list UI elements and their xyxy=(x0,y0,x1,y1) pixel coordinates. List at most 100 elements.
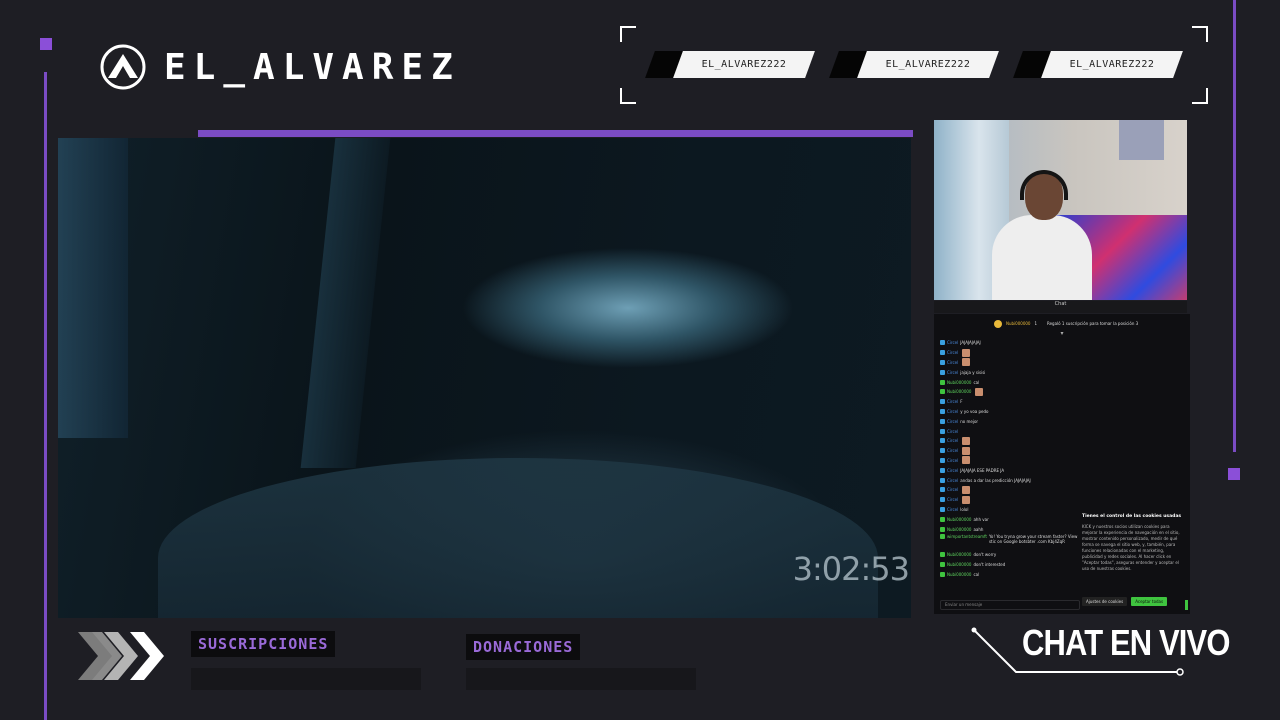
chat-message: Circel y yo voa pedo xyxy=(940,407,1080,417)
main-video[interactable]: 3:02:53 xyxy=(58,138,911,618)
chat-text: JAJAJAJAJAJ xyxy=(960,340,981,346)
chat-input[interactable]: Enviar un mensaje xyxy=(940,600,1080,610)
chat-username[interactable]: Circel xyxy=(947,507,958,512)
cookie-title: Tienes el control de las cookies usadas xyxy=(1082,514,1182,519)
user-badge-icon xyxy=(940,516,945,522)
chat-text: F xyxy=(960,399,963,405)
chat-username[interactable]: Circel xyxy=(947,350,958,355)
chat-username[interactable]: Nubi000000 xyxy=(947,517,971,522)
chat-username[interactable]: Circel xyxy=(947,340,958,345)
chat-username[interactable]: Circel xyxy=(947,360,958,365)
chat-username[interactable]: Nubi000000 xyxy=(947,380,971,385)
chat-username[interactable]: Circel xyxy=(947,429,958,434)
scrollbar[interactable] xyxy=(1185,600,1188,610)
user-badge-icon xyxy=(940,562,945,568)
cookie-settings-button[interactable]: Ajustes de cookies xyxy=(1082,597,1128,606)
social-tag: EL_ALVAREZ222 xyxy=(829,51,999,78)
chat-message: Circel xyxy=(940,358,1080,368)
chat-username[interactable]: Circel xyxy=(947,497,958,502)
accent-line xyxy=(44,72,47,720)
chat-username[interactable]: Circel xyxy=(947,399,958,404)
frame-corner xyxy=(620,88,636,104)
chat-message: Circel JAJAJAJA ESE PADRE JA xyxy=(940,465,1080,475)
chat-message: Circel xyxy=(940,485,1080,495)
chat-message: Circel xyxy=(940,426,1080,436)
chat-message: Nubi000000 don't worry xyxy=(940,550,1080,560)
user-badge-icon xyxy=(940,350,945,356)
user-badge-icon xyxy=(940,506,945,512)
chat-username[interactable]: Circel xyxy=(947,419,958,424)
accent-square xyxy=(40,38,52,50)
chat-messages: Circel JAJAJAJAJAJ Circel Circel Circel jajaj… xyxy=(940,338,1080,579)
user-badge-icon xyxy=(940,399,945,405)
user-badge-icon xyxy=(940,477,945,483)
chat-message: Circel F xyxy=(940,397,1080,407)
chat-text: don't worry xyxy=(973,552,997,558)
chat-username[interactable]: Circel xyxy=(947,458,958,463)
chat-message: Circel xyxy=(940,456,1080,466)
user-badge-icon xyxy=(940,408,945,414)
chat-message: Circel xyxy=(940,446,1080,456)
chat-username[interactable]: Nubi000000 xyxy=(947,552,971,557)
pinned-gift-banner: Nubi000000 1 Regaló 1 suscripción para t… xyxy=(934,314,1190,330)
chat-message: Circel xyxy=(940,348,1080,358)
chat-panel: Nubi000000 1 Regaló 1 suscripción para t… xyxy=(934,314,1190,614)
user-badge-icon xyxy=(940,457,945,463)
social-tag-label: EL_ALVAREZ222 xyxy=(701,59,787,70)
gift-user: Nubi000000 xyxy=(1006,321,1031,326)
subscriptions-value xyxy=(191,668,421,690)
chat-username[interactable]: Circel xyxy=(947,487,958,492)
social-tag: EL_ALVAREZ222 xyxy=(1013,51,1183,78)
video-scene xyxy=(158,458,878,618)
chat-username[interactable]: Nubi000000 xyxy=(947,389,971,394)
chat-username[interactable]: Circel xyxy=(947,448,958,453)
chat-message: Circel xyxy=(940,436,1080,446)
chat-username[interactable]: Circel xyxy=(947,438,958,443)
chat-username[interactable]: Nubi000000 xyxy=(947,562,971,567)
chat-live-title: CHAT EN VIVO xyxy=(1022,622,1230,663)
chat-message: Circel andas a dar las predicción JAJAJAJ… xyxy=(940,475,1080,485)
chat-message: Circel no mejor xyxy=(940,416,1080,426)
user-badge-icon xyxy=(940,418,945,424)
chat-username[interactable]: Circel xyxy=(947,370,958,375)
subscriptions-label: SUSCRIPCIONES xyxy=(191,631,336,657)
emote-icon xyxy=(962,348,971,357)
chat-message: Circel jajaja y sisisi xyxy=(940,367,1080,377)
chat-username[interactable]: wimportantstreamft xyxy=(947,534,987,539)
user-badge-icon xyxy=(940,359,945,365)
chat-text: ahh var xyxy=(973,516,989,522)
user-badge-icon xyxy=(940,552,945,558)
chat-message: Nubi000000 don't interested xyxy=(940,560,1080,570)
cookie-banner: Tienes el control de las cookies usadas … xyxy=(1080,512,1188,610)
chat-username[interactable]: Circel xyxy=(947,468,958,473)
chat-username[interactable]: Circel xyxy=(947,409,958,414)
donations-value xyxy=(466,668,696,690)
user-badge-icon xyxy=(940,389,945,395)
chat-username[interactable]: Circel xyxy=(947,478,958,483)
user-badge-icon xyxy=(940,533,945,539)
gift-badge: 1 xyxy=(1034,321,1037,326)
emote-icon xyxy=(962,485,971,494)
chat-text: Yo! You tryna grow your stream faster? V… xyxy=(988,533,1078,544)
accent-square xyxy=(1228,468,1240,480)
cookie-accept-button[interactable]: Aceptar todas xyxy=(1131,597,1168,606)
chat-text: jajaja y sisisi xyxy=(960,369,986,375)
brand-header: EL_ALVAREZ xyxy=(100,44,461,90)
chat-text: JAJAJAJA ESE PADRE JA xyxy=(960,467,1005,473)
user-badge-icon xyxy=(940,487,945,493)
user-badge-icon xyxy=(940,467,945,473)
emote-icon xyxy=(975,387,984,396)
chat-message: Nubi000000 xyxy=(940,387,1080,397)
chat-message: Circel JAJAJAJAJAJ xyxy=(940,338,1080,348)
chat-username[interactable]: Nubi000000 xyxy=(947,572,971,577)
chat-message: Nubi000000 ahh var xyxy=(940,514,1080,524)
chat-username[interactable]: Nubi000000 xyxy=(947,527,971,532)
chevron-down-icon[interactable]: ▾ xyxy=(934,330,1190,338)
social-tag: EL_ALVAREZ222 xyxy=(645,51,815,78)
webcam-feed xyxy=(934,120,1187,300)
coin-icon xyxy=(994,319,1002,328)
user-badge-icon xyxy=(940,448,945,454)
headset-icon xyxy=(1020,170,1068,200)
donations-label: DONACIONES xyxy=(466,634,581,660)
chat-text: don't interested xyxy=(973,562,1006,568)
